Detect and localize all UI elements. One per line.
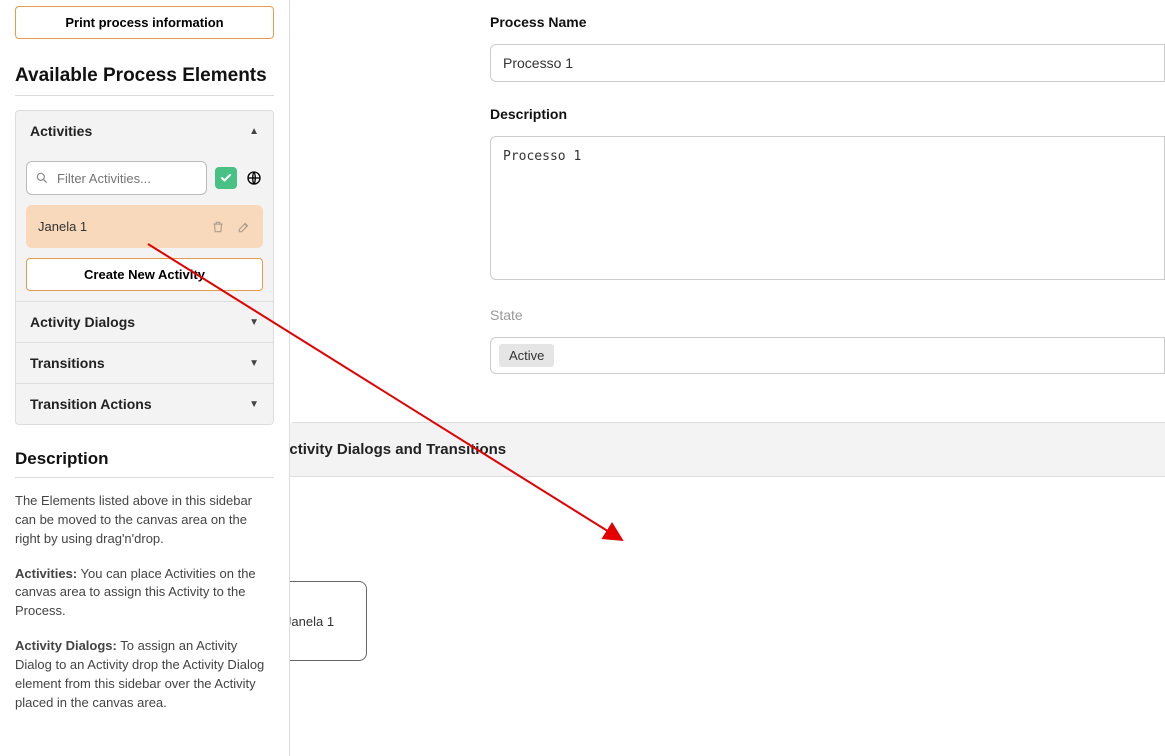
accordion-title: Activities (30, 123, 92, 139)
activity-chip-janela1[interactable]: Janela 1 (26, 205, 263, 248)
canvas-heading: Add and Edit Activities, Activity Dialog… (290, 422, 1165, 477)
description-p0: The Elements listed above in this sideba… (15, 492, 274, 549)
accordion-body-activities: Janela 1 Create New Activity (16, 151, 273, 301)
accordion-header-activities[interactable]: Activities ▲ (16, 111, 273, 151)
accordion-header-activity-dialogs[interactable]: Activity Dialogs ▼ (16, 302, 273, 342)
accordion-activities: Activities ▲ (16, 111, 273, 302)
chevron-down-icon: ▼ (249, 317, 259, 328)
main-content: Process Name Description State Active Ad… (290, 0, 1165, 756)
description-p1: Activities: You can place Activities on … (15, 565, 274, 622)
accordion-title: Transition Actions (30, 396, 152, 412)
canvas-activity-node[interactable]: Janela 1 (290, 581, 367, 661)
accordion-transition-actions: Transition Actions ▼ (16, 384, 273, 424)
search-icon (35, 171, 49, 185)
description-p2: Activity Dialogs: To assign an Activity … (15, 637, 274, 712)
desc-label-activities: Activities: (15, 566, 77, 581)
print-process-button[interactable]: Print process information (15, 6, 274, 39)
filter-input-wrap (26, 161, 207, 195)
description-heading: Description (15, 449, 274, 469)
available-elements-heading: Available Process Elements (15, 65, 274, 87)
accordion-transitions: Transitions ▼ (16, 343, 273, 384)
process-name-input[interactable] (490, 44, 1165, 82)
accordion-header-transition-actions[interactable]: Transition Actions ▼ (16, 384, 273, 424)
process-form: Process Name Description State Active (490, 14, 1165, 422)
state-label: State (490, 307, 1165, 323)
filter-row (26, 161, 263, 195)
globe-icon (246, 170, 262, 186)
accordion-title: Transitions (30, 355, 105, 371)
canvas-panel: Add and Edit Activities, Activity Dialog… (290, 422, 1165, 756)
accordion-activity-dialogs: Activity Dialogs ▼ (16, 302, 273, 343)
trash-icon[interactable] (211, 220, 225, 234)
filter-scope-button[interactable] (245, 169, 263, 187)
desc-label-activity-dialogs: Activity Dialogs: (15, 638, 117, 653)
divider (15, 477, 274, 478)
process-canvas[interactable]: Janela 1 (290, 477, 1165, 756)
activity-chip-actions (211, 220, 251, 234)
process-name-field: Process Name (490, 14, 1165, 82)
chevron-down-icon: ▼ (249, 358, 259, 369)
chevron-down-icon: ▼ (249, 399, 259, 410)
check-icon (220, 172, 232, 184)
description-body: The Elements listed above in this sideba… (15, 492, 274, 712)
edit-icon[interactable] (237, 220, 251, 234)
filter-activities-input[interactable] (49, 165, 198, 192)
state-chip: Active (499, 344, 554, 367)
accordion-title: Activity Dialogs (30, 314, 135, 330)
description-label: Description (490, 106, 1165, 122)
activity-chip-label: Janela 1 (38, 219, 87, 234)
description-textarea[interactable] (490, 136, 1165, 280)
state-select[interactable]: Active (490, 337, 1165, 374)
filter-confirm-button[interactable] (215, 167, 237, 189)
elements-accordion: Activities ▲ (15, 110, 274, 425)
divider (15, 95, 274, 96)
accordion-header-transitions[interactable]: Transitions ▼ (16, 343, 273, 383)
chevron-up-icon: ▲ (249, 126, 259, 137)
sidebar: Print process information Available Proc… (0, 0, 290, 756)
canvas-activity-label: Janela 1 (290, 614, 334, 629)
process-name-label: Process Name (490, 14, 1165, 30)
create-activity-button[interactable]: Create New Activity (26, 258, 263, 291)
state-field: State Active (490, 307, 1165, 374)
description-field: Description (490, 106, 1165, 283)
